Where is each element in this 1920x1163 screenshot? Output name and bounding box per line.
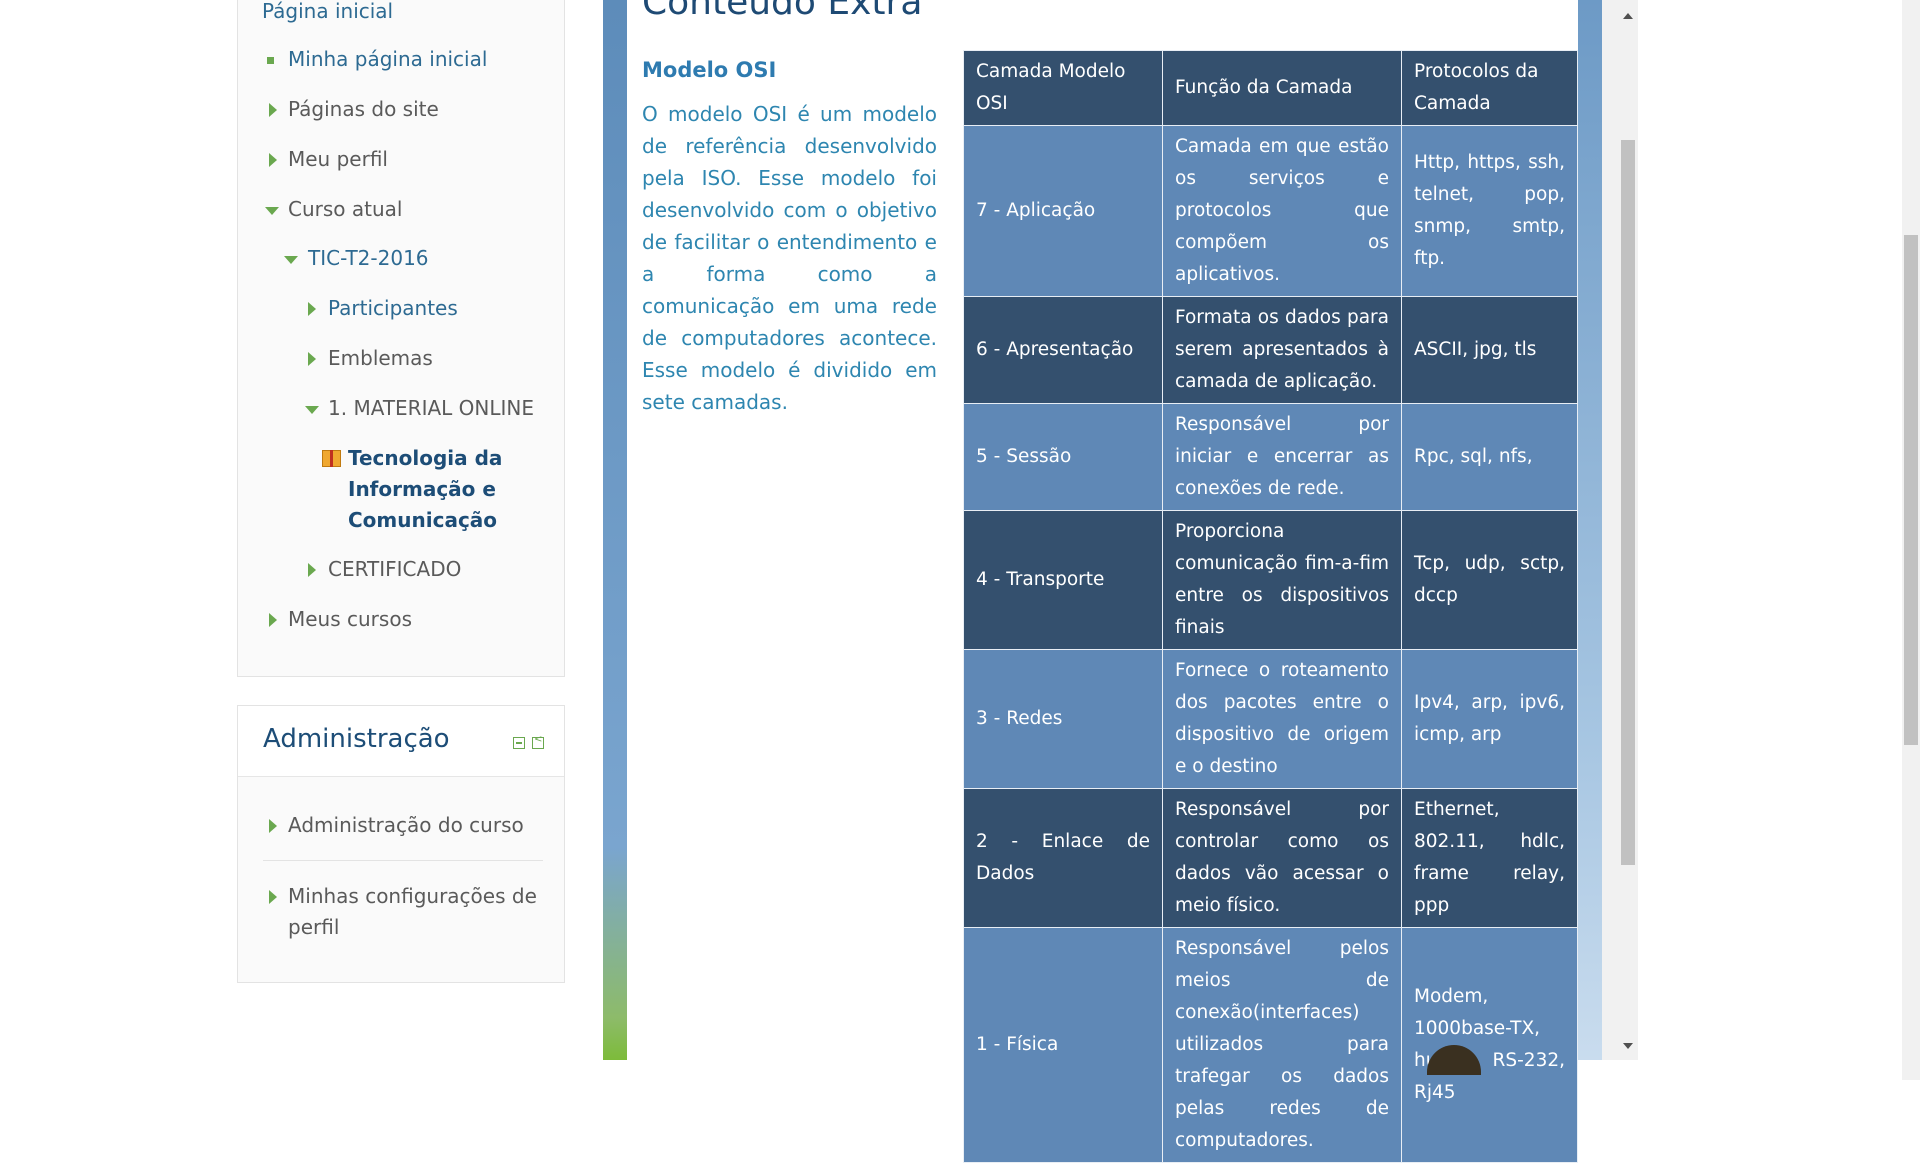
protocols-cell: Ipv4, arp, ipv6, icmp, arp bbox=[1401, 649, 1578, 789]
square-bullet-icon bbox=[267, 57, 274, 64]
protocols-cell: Ethernet, 802.11, hdlc, frame relay, ppp bbox=[1401, 788, 1578, 928]
table-row: 1 - Física Responsável pelos meios de co… bbox=[963, 927, 1578, 1163]
table-header-row: Camada Modelo OSI Função da Camada Proto… bbox=[963, 50, 1578, 126]
nav-badges[interactable]: Emblemas bbox=[328, 343, 433, 374]
function-cell: Formata os dados para serem apresentados… bbox=[1162, 296, 1402, 404]
table-row: 2 - Enlace de Dados Responsável por cont… bbox=[963, 788, 1578, 928]
protocols-cell: Modem, 1000base-TX, hub, RS-232, Rj45 bbox=[1401, 927, 1578, 1163]
header-protocols: Protocolos da Camada bbox=[1401, 50, 1578, 126]
navigation-block: Página inicial Minha página inicial Pági… bbox=[237, 0, 565, 677]
nav-certificate[interactable]: CERTIFICADO bbox=[328, 554, 461, 585]
function-cell: Responsável por iniciar e encerrar as co… bbox=[1162, 403, 1402, 511]
protocols-cell: ASCII, jpg, tls bbox=[1401, 296, 1578, 404]
decorative-frame-right bbox=[1578, 0, 1602, 1060]
function-cell: Responsável por controlar como os dados … bbox=[1162, 788, 1402, 928]
protocols-cell: Tcp, udp, sctp, dccp bbox=[1401, 510, 1578, 650]
nav-site-pages[interactable]: Páginas do site bbox=[288, 94, 439, 125]
triangle-right-icon[interactable] bbox=[269, 819, 277, 833]
triangle-right-icon[interactable] bbox=[269, 153, 277, 167]
nav-active-resource-link[interactable]: Tecnologia da Informação e Comunicação bbox=[348, 443, 518, 536]
layer-cell: 2 - Enlace de Dados bbox=[963, 788, 1163, 928]
nav-my-courses[interactable]: Meus cursos bbox=[288, 604, 412, 635]
nav-course-link[interactable]: TIC-T2-2016 bbox=[308, 243, 429, 274]
triangle-right-icon[interactable] bbox=[308, 302, 316, 316]
administration-title: Administração bbox=[263, 724, 450, 754]
triangle-down-icon[interactable] bbox=[284, 256, 298, 264]
triangle-right-icon[interactable] bbox=[269, 103, 277, 117]
triangle-right-icon[interactable] bbox=[308, 352, 316, 366]
page-scrollbar-thumb[interactable] bbox=[1904, 235, 1918, 745]
layer-cell: 7 - Aplicação bbox=[963, 125, 1163, 297]
nav-my-profile[interactable]: Meu perfil bbox=[288, 144, 388, 175]
divider bbox=[263, 860, 543, 861]
page-scrollbar[interactable] bbox=[1902, 0, 1920, 1080]
nav-my-home-link[interactable]: Minha página inicial bbox=[288, 44, 487, 75]
osi-description: O modelo OSI é um modelo de referência d… bbox=[642, 102, 937, 414]
table-row: 5 - Sessão Responsável por iniciar e enc… bbox=[963, 403, 1578, 511]
triangle-right-icon[interactable] bbox=[308, 563, 316, 577]
nav-home-link[interactable]: Página inicial bbox=[262, 0, 393, 27]
layer-cell: 3 - Redes bbox=[963, 649, 1163, 789]
admin-course-link[interactable]: Administração do curso bbox=[288, 810, 524, 841]
triangle-down-icon[interactable] bbox=[305, 406, 319, 414]
function-cell: Camada em que estão os serviços e protoc… bbox=[1162, 125, 1402, 297]
triangle-right-icon[interactable] bbox=[269, 890, 277, 904]
layer-cell: 4 - Transporte bbox=[963, 510, 1163, 650]
page-heading: Conteúdo Extra bbox=[642, 0, 923, 23]
header-function: Função da Camada bbox=[1162, 50, 1402, 126]
nav-participants-link[interactable]: Participantes bbox=[328, 293, 458, 324]
function-cell: Fornece o roteamento dos pacotes entre o… bbox=[1162, 649, 1402, 789]
triangle-down-icon[interactable] bbox=[265, 207, 279, 215]
scroll-down-icon[interactable] bbox=[1623, 1043, 1633, 1049]
table-row: 3 - Redes Fornece o roteamento dos pacot… bbox=[963, 649, 1578, 789]
nav-current-course[interactable]: Curso atual bbox=[288, 194, 402, 225]
administration-block: Administração Administração do curso Min… bbox=[237, 705, 565, 983]
header-layer: Camada Modelo OSI bbox=[963, 50, 1163, 126]
osi-layers-table: Camada Modelo OSI Função da Camada Proto… bbox=[963, 50, 1578, 1163]
table-row: 7 - Aplicação Camada em que estão os ser… bbox=[963, 125, 1578, 297]
dock-block-icon[interactable] bbox=[532, 734, 544, 749]
layer-cell: 5 - Sessão bbox=[963, 403, 1163, 511]
triangle-right-icon[interactable] bbox=[269, 613, 277, 627]
content-panel: Conteúdo Extra Modelo OSI O modelo OSI é… bbox=[627, 0, 1578, 1163]
administration-header: Administração bbox=[238, 706, 564, 777]
nav-section-online[interactable]: 1. MATERIAL ONLINE bbox=[328, 393, 534, 424]
content-scrollbar-thumb[interactable] bbox=[1621, 140, 1635, 865]
osi-subtitle: Modelo OSI bbox=[642, 58, 777, 82]
content-scrollbar[interactable] bbox=[1602, 0, 1638, 1060]
layer-cell: 1 - Física bbox=[963, 927, 1163, 1163]
function-cell: Proporciona comunicação fim-a-fim entre … bbox=[1162, 510, 1402, 650]
collapse-block-icon[interactable] bbox=[513, 737, 525, 749]
layer-cell: 6 - Apresentação bbox=[963, 296, 1163, 404]
protocols-cell: Http, https, ssh, telnet, pop, snmp, smt… bbox=[1401, 125, 1578, 297]
package-icon bbox=[322, 450, 341, 467]
table-row: 4 - Transporte Proporciona comunicação f… bbox=[963, 510, 1578, 650]
function-cell: Responsável pelos meios de conexão(inter… bbox=[1162, 927, 1402, 1163]
decorative-frame-left bbox=[603, 0, 627, 1060]
protocols-cell: Rpc, sql, nfs, bbox=[1401, 403, 1578, 511]
scroll-up-icon[interactable] bbox=[1623, 13, 1633, 19]
table-row: 6 - Apresentação Formata os dados para s… bbox=[963, 296, 1578, 404]
admin-profile-settings-link[interactable]: Minhas configurações de perfil bbox=[288, 881, 548, 943]
